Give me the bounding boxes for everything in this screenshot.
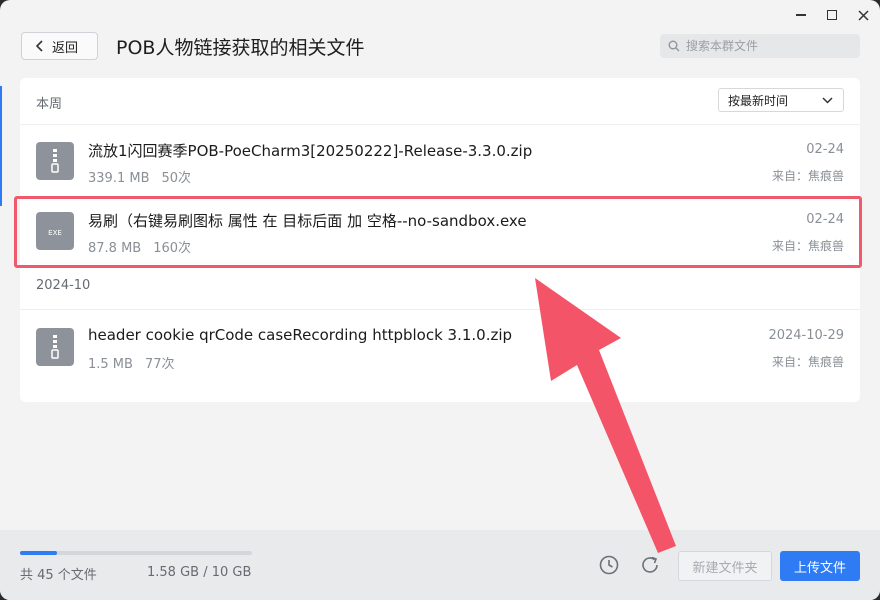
file-date: 2024-10-29: [768, 328, 844, 343]
file-name: 易刷（右键易刷图标 属性 在 目标后面 加 空格--no-sandbox.exe: [88, 212, 527, 230]
refresh-icon[interactable]: [639, 554, 661, 576]
storage-usage: 1.58 GB / 10 GB: [147, 565, 252, 580]
divider: [20, 124, 860, 125]
download-count: 77次: [144, 357, 175, 372]
minimize-icon[interactable]: [790, 6, 812, 24]
page-title: POB人物链接获取的相关文件: [116, 37, 365, 59]
file-uploader: 来自：焦痕兽: [771, 239, 844, 253]
exe-icon-text: EXE: [48, 229, 62, 237]
file-size: 87.8 MB: [88, 241, 142, 256]
upload-file-button[interactable]: 上传文件: [780, 551, 860, 581]
search-icon: [668, 40, 680, 52]
file-meta: 1.5 MB 77次: [88, 353, 175, 372]
file-list-panel: 本周 按最新时间 流放1闪回赛季POB-PoeCharm3[20250222]-…: [20, 78, 860, 402]
back-button-label: 返回: [52, 40, 79, 56]
zip-icon: [36, 142, 74, 180]
history-icon[interactable]: [598, 554, 620, 576]
new-folder-button[interactable]: 新建文件夹: [678, 551, 772, 581]
file-name: header cookie qrCode caseRecording httpb…: [88, 326, 513, 344]
section-label-this-week: 本周: [36, 97, 63, 112]
divider: [20, 309, 860, 310]
file-size: 339.1 MB: [88, 171, 150, 186]
file-size: 1.5 MB: [88, 357, 133, 372]
chevron-down-icon: [822, 97, 833, 104]
maximize-icon[interactable]: [821, 6, 843, 24]
file-count: 共 45 个文件: [20, 568, 97, 583]
divider: [20, 196, 860, 197]
close-icon[interactable]: [852, 6, 874, 24]
exe-icon: EXE: [36, 212, 74, 250]
file-row[interactable]: EXE 易刷（右键易刷图标 属性 在 目标后面 加 空格--no-sandbox…: [20, 198, 860, 266]
download-count: 160次: [153, 241, 192, 256]
file-date: 02-24: [806, 142, 844, 157]
file-name: 流放1闪回赛季POB-PoeCharm3[20250222]-Release-3…: [88, 142, 533, 160]
search-input[interactable]: [686, 39, 846, 53]
group-files-window: 返回 POB人物链接获取的相关文件 本周 按最新时间 流放1闪回赛季POB-Po…: [0, 0, 880, 600]
file-uploader: 来自：焦痕兽: [771, 355, 844, 369]
file-date: 02-24: [806, 212, 844, 227]
storage-progress-fill: [20, 551, 57, 555]
section-label-2024-10: 2024-10: [36, 278, 91, 293]
file-meta: 87.8 MB 160次: [88, 237, 191, 256]
back-button[interactable]: 返回: [21, 32, 98, 60]
footer-bar: 共 45 个文件 1.58 GB / 10 GB 新建文件夹 上传文件: [0, 530, 880, 600]
left-accent-bar: [0, 86, 2, 206]
chevron-left-icon: [35, 40, 43, 52]
file-row[interactable]: header cookie qrCode caseRecording httpb…: [20, 314, 860, 382]
file-uploader: 来自：焦痕兽: [771, 169, 844, 183]
search-box[interactable]: [660, 34, 860, 58]
sort-dropdown[interactable]: 按最新时间: [718, 88, 844, 112]
download-count: 50次: [161, 171, 192, 186]
storage-progress-bar: [20, 551, 252, 555]
file-row[interactable]: 流放1闪回赛季POB-PoeCharm3[20250222]-Release-3…: [20, 128, 860, 196]
zip-icon: [36, 328, 74, 366]
file-meta: 339.1 MB 50次: [88, 167, 191, 186]
sort-dropdown-label: 按最新时间: [728, 93, 789, 108]
